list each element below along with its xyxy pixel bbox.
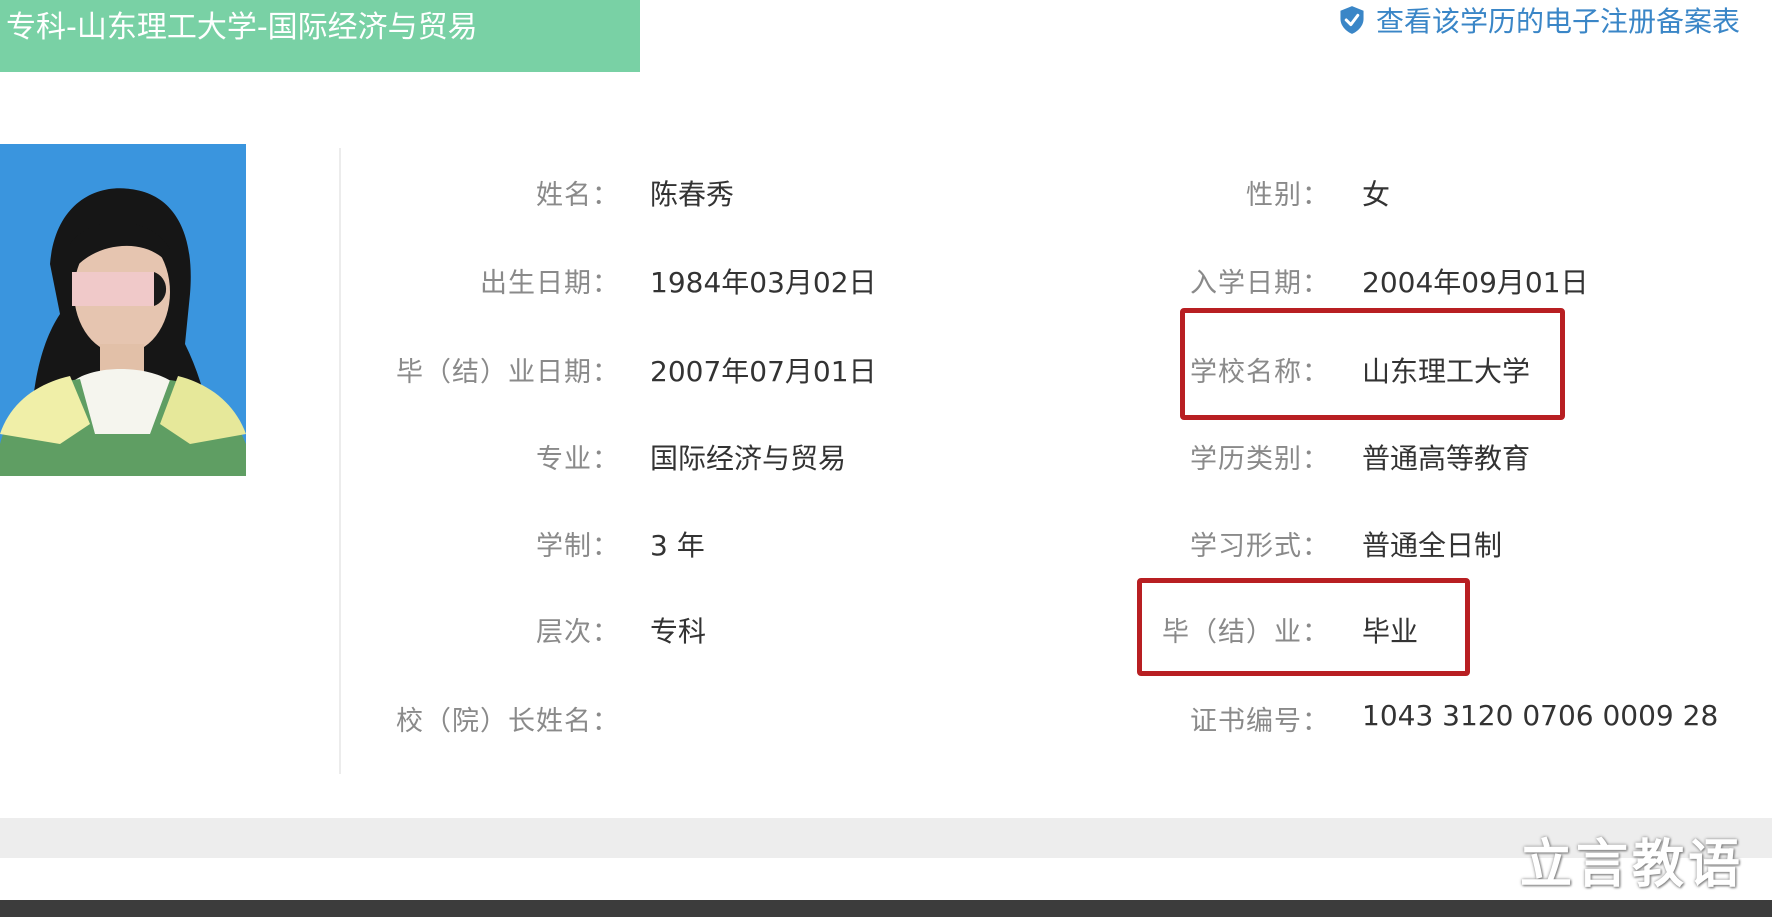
enroll-date-label: 入学日期： <box>1190 268 1330 299</box>
level-label: 层次： <box>536 617 620 648</box>
major-label: 专业： <box>536 444 620 475</box>
watermark-logo: 立言教语 <box>1520 835 1745 895</box>
president-name-label: 校（院）长姓名： <box>396 706 620 737</box>
name-label: 姓名： <box>536 180 620 211</box>
duration-value: 3 年 <box>650 529 705 562</box>
graduation-date-value: 2007年07月01日 <box>650 355 877 388</box>
certificate-number-label: 证书编号： <box>1190 706 1330 737</box>
major-value: 国际经济与贸易 <box>650 442 847 475</box>
header-banner: 专科-山东理工大学-国际经济与贸易 <box>0 0 640 72</box>
certificate-number-value: 1043 3120 0706 0009 28 <box>1362 699 1719 732</box>
birth-date-value: 1984年03月02日 <box>650 266 877 299</box>
graduation-status-highlight <box>1137 578 1470 676</box>
registry-link-label: 查看该学历的电子注册备案表 <box>1376 5 1741 38</box>
record-title: 专科-山东理工大学-国际经济与贸易 <box>6 10 478 45</box>
student-photo <box>0 144 246 476</box>
study-form-value: 普通全日制 <box>1362 529 1503 562</box>
education-type-value: 普通高等教育 <box>1362 442 1531 475</box>
gender-label: 性别： <box>1246 180 1330 211</box>
gender-value: 女 <box>1362 178 1391 211</box>
birth-date-label: 出生日期： <box>480 268 620 299</box>
footer-band <box>0 818 1772 858</box>
study-form-label: 学习形式： <box>1190 531 1330 562</box>
duration-label: 学制： <box>536 531 620 562</box>
level-value: 专科 <box>650 615 707 648</box>
bottom-bar <box>0 900 1772 917</box>
education-type-label: 学历类别： <box>1190 444 1330 475</box>
registry-form-link[interactable]: 查看该学历的电子注册备案表 <box>1338 0 1740 40</box>
shield-check-icon <box>1340 6 1364 34</box>
enroll-date-value: 2004年09月01日 <box>1362 266 1589 299</box>
graduation-date-label: 毕（结）业日期： <box>396 357 620 388</box>
name-value: 陈春秀 <box>650 178 735 211</box>
school-name-highlight <box>1180 308 1565 420</box>
